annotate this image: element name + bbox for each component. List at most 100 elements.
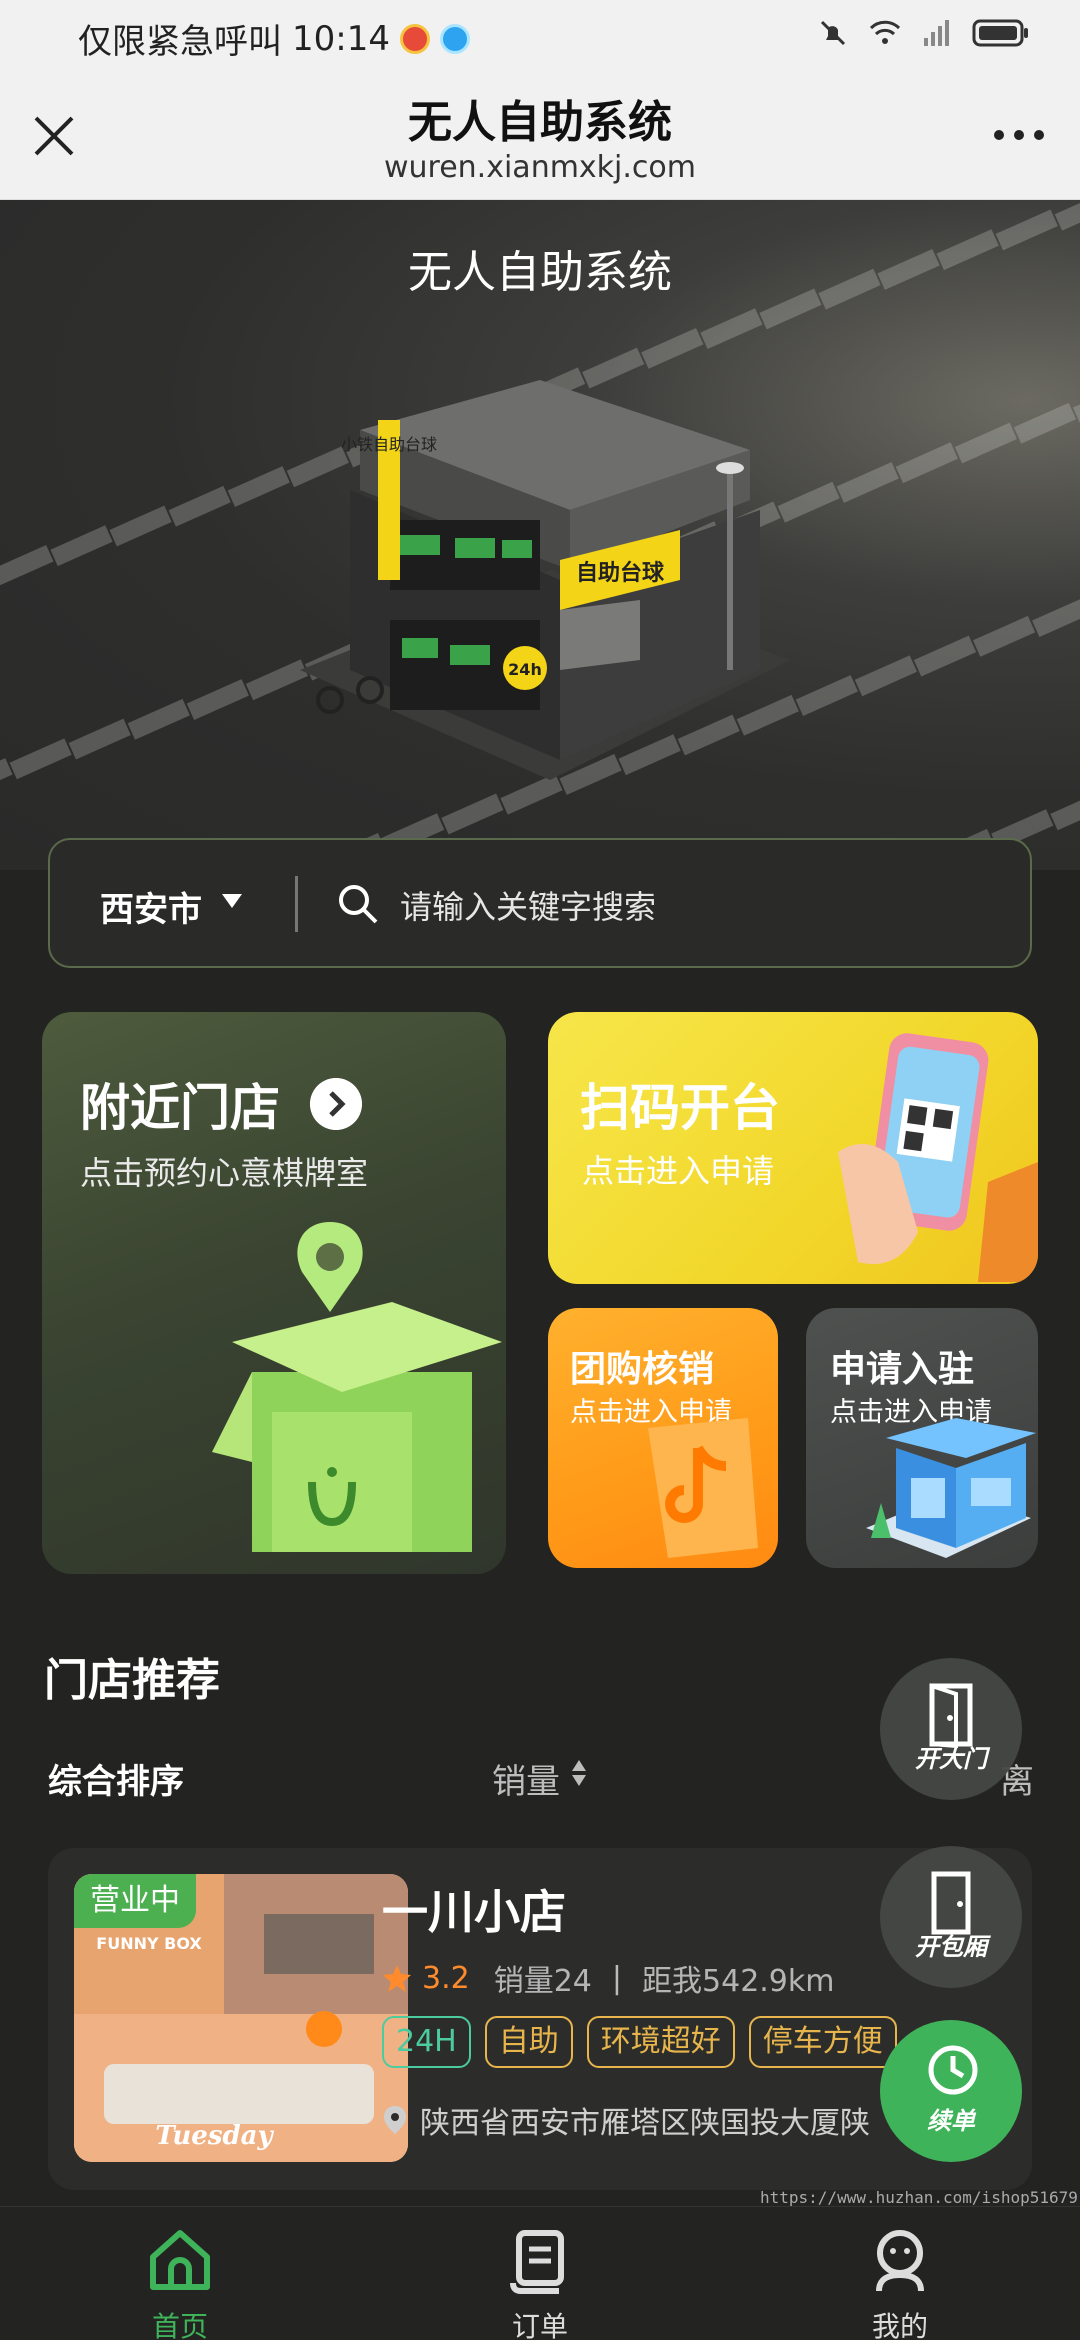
arrow-right-icon[interactable]: [310, 1078, 362, 1130]
store-illustration: [866, 1418, 1036, 1558]
crosswalk-stripe: [127, 698, 190, 740]
shop-sales: 销量24: [493, 1964, 592, 1999]
front-sign-text: 自助台球: [576, 560, 665, 586]
star-icon: [383, 1965, 411, 1992]
status-bar: 仅限紧急呼叫 10:14: [0, 0, 1080, 72]
city-selector[interactable]: 西安市: [100, 882, 202, 931]
sort-comprehensive[interactable]: 综合排序: [48, 1754, 184, 1803]
crosswalk-stripe: [1054, 200, 1080, 231]
nav-mine-label: 我的: [871, 2310, 928, 2340]
crosswalk-stripe: [700, 308, 763, 350]
nearby-title: 附近门店: [80, 1079, 280, 1137]
mute-icon: [820, 20, 846, 46]
tag-self-service: 自助: [484, 2016, 573, 2068]
crosswalk-stripe: [854, 655, 917, 697]
crosswalk-stripe: [836, 462, 899, 503]
crosswalk-stripe: [68, 718, 131, 760]
watermark-url: https://www.huzhan.com/ishop51679: [760, 2188, 1078, 2207]
bottom-nav: 首页 订单 我的: [0, 2206, 1080, 2340]
shop-meta: 3.2 销量24 | 距我542.9km: [382, 1956, 835, 2000]
nav-order[interactable]: 订单: [470, 2225, 610, 2340]
vertical-sign-text: 小铁自助台球: [341, 435, 437, 454]
battery-icon: [972, 19, 1028, 47]
open-gate-button[interactable]: 开大门: [880, 1658, 1022, 1800]
scan-open-card[interactable]: 扫码开台 点击进入申请: [548, 1012, 1038, 1284]
scan-title: 扫码开台: [580, 1079, 780, 1137]
crosswalk-stripe: [973, 615, 1036, 657]
open-room-label: 开包厢: [915, 1933, 987, 1961]
store-building-illustration: 小铁自助台球 自助台球 24h: [300, 380, 790, 780]
sort-by-sales[interactable]: 销量: [492, 1754, 560, 1803]
wifi-icon: [869, 20, 901, 44]
page-title: 无人自助系统: [408, 97, 672, 148]
douyin-ticket-icon: [648, 1418, 758, 1558]
search-input[interactable]: 请输入关键字搜索: [400, 882, 656, 928]
renew-label: 续单: [927, 2107, 975, 2135]
weibo-icon: [399, 23, 430, 54]
crosswalk-stripe: [0, 545, 54, 586]
nearby-subtitle: 点击预约心意棋牌室: [80, 1154, 369, 1192]
sort-arrows-icon[interactable]: [570, 1756, 588, 1790]
home-icon: [150, 2230, 210, 2290]
caret-down-icon[interactable]: [222, 894, 242, 908]
open-gate-label: 开大门: [915, 1745, 987, 1773]
shop-address-text: 陕西省西安市雁塔区陕国投大厦陕: [420, 2106, 870, 2141]
nearby-stores-card[interactable]: 附近门店 点击预约心意棋牌室: [42, 1012, 506, 1574]
crosswalk-stripe: [895, 442, 958, 484]
hero-banner: 无人自助系统 小铁自助台球 自助台球 24h: [0, 200, 1080, 870]
renew-order-button[interactable]: 续单: [880, 2020, 1022, 2162]
apply-join-card[interactable]: 申请入驻 点击进入申请: [806, 1308, 1038, 1568]
crosswalk-stripe: [641, 327, 704, 369]
crosswalk-stripe: [1050, 789, 1080, 831]
clock-icon: [928, 2045, 978, 2095]
group-title: 团购核销: [570, 1349, 715, 1390]
crosswalk-stripe: [168, 485, 231, 527]
tag-parking: 停车方便: [748, 2016, 897, 2068]
crosswalk-stripe: [913, 635, 977, 677]
nav-order-label: 订单: [511, 2310, 568, 2340]
crosswalk-stripe: [109, 505, 172, 547]
nav-mine[interactable]: 我的: [830, 2225, 970, 2340]
profile-icon: [876, 2230, 924, 2292]
status-badge: 营业中: [74, 1874, 196, 1928]
24h-sign-text: 24h: [508, 660, 542, 679]
thumb-day-text: Tuesday: [155, 2121, 274, 2151]
crosswalk-stripe: [227, 466, 290, 507]
join-title: 申请入驻: [830, 1349, 975, 1390]
browser-header: 无人自助系统 wuren.xianmxkj.com: [0, 72, 1080, 200]
open-room-button[interactable]: 开包厢: [880, 1846, 1022, 1988]
section-title: 门店推荐: [44, 1655, 220, 1706]
search-divider: [295, 876, 298, 932]
shop-distance: 距我542.9km: [642, 1964, 835, 1999]
nav-home[interactable]: 首页: [110, 2225, 250, 2340]
status-right: [816, 16, 1030, 50]
shop-tags: 24H 自助 环境超好 停车方便: [382, 2016, 897, 2068]
shop-name: 一川小店: [382, 1885, 566, 1939]
signal-icon: [924, 20, 949, 46]
crosswalk-stripe: [954, 422, 1017, 464]
clock: 10:14: [292, 18, 390, 59]
crosswalk-stripe: [1013, 402, 1077, 444]
crosswalk-stripe: [50, 525, 113, 567]
nav-home-label: 首页: [151, 2310, 208, 2340]
scan-subtitle: 点击进入申请: [582, 1152, 775, 1190]
order-scroll-icon: [510, 2230, 564, 2294]
shop-box-illustration: [212, 1222, 502, 1552]
tag-environment: 环境超好: [586, 2016, 735, 2068]
crosswalk-stripe: [186, 679, 249, 720]
search-bar[interactable]: 西安市 请输入关键字搜索: [48, 838, 1032, 968]
browser-icon: [439, 23, 470, 54]
carrier-text: 仅限紧急呼叫: [78, 22, 282, 62]
phone-qr-illustration: [838, 1033, 1038, 1282]
page-url: wuren.xianmxkj.com: [383, 150, 696, 185]
crosswalk-stripe: [9, 738, 72, 780]
meta-separator: |: [611, 1960, 623, 1996]
thumb-brand-text: FUNNY BOX: [96, 1934, 202, 1953]
status-left: 仅限紧急呼叫 10:14: [78, 14, 470, 63]
group-buy-card[interactable]: 团购核销 点击进入申请: [548, 1308, 778, 1568]
location-pin-icon: [384, 2106, 406, 2134]
more-menu-icon[interactable]: [994, 130, 1044, 140]
shop-rating: 3.2: [422, 1960, 470, 1996]
hero-title: 无人自助系统: [408, 247, 672, 298]
tag-24h: 24H: [382, 2016, 471, 2068]
